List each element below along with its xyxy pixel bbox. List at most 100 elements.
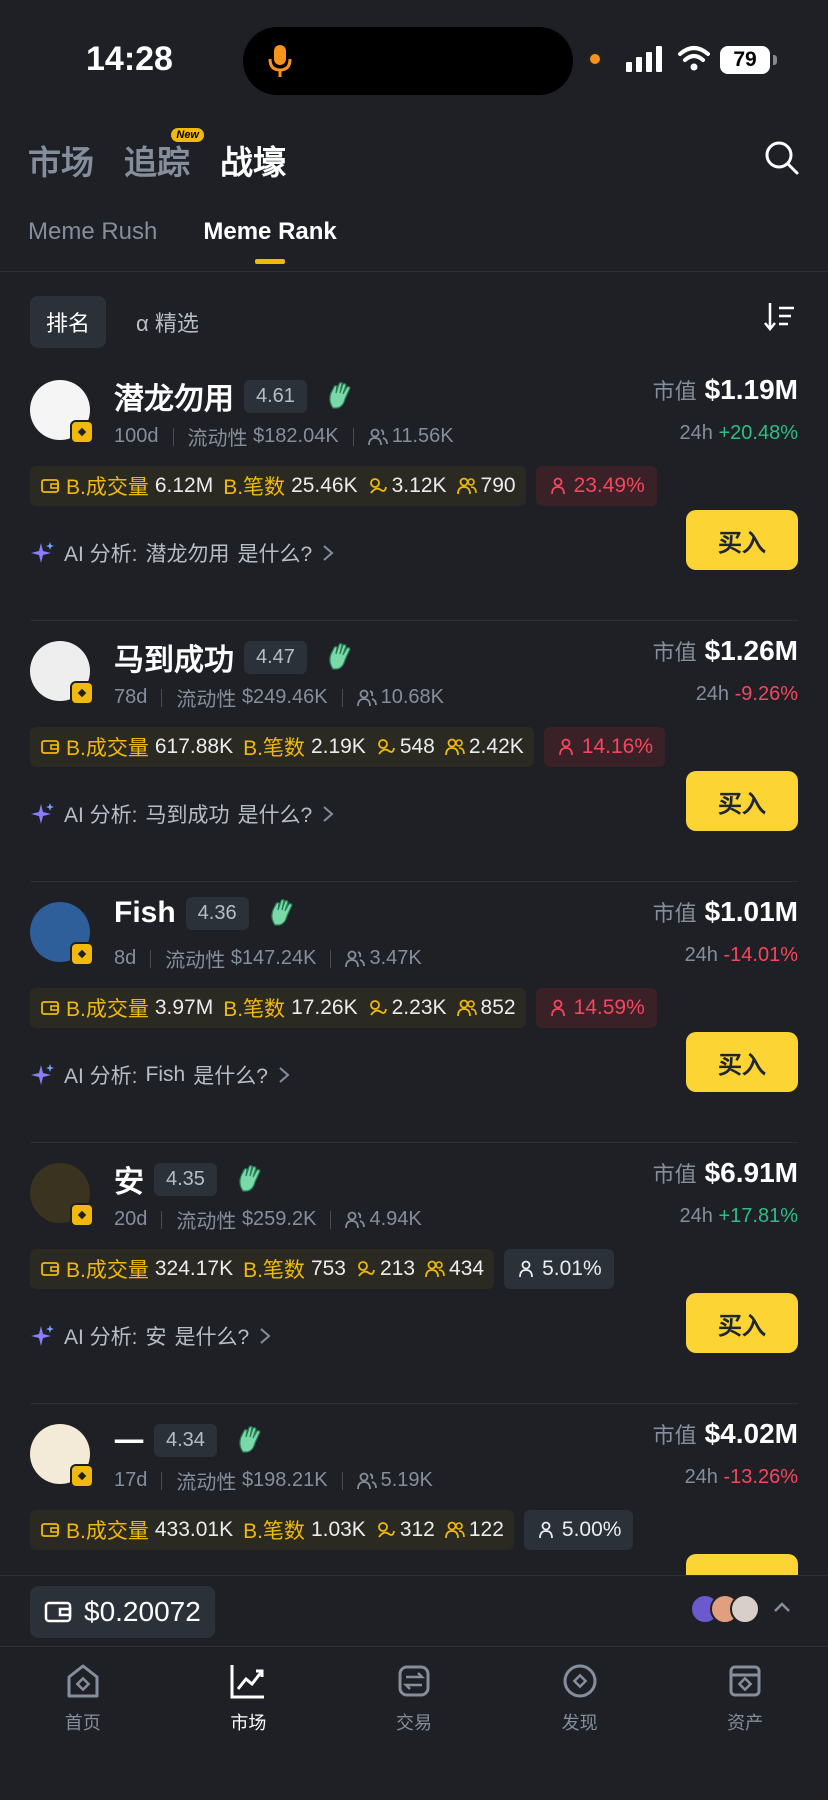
holders-group: 3.47K	[345, 947, 422, 970]
ai-sparkle-icon	[31, 1325, 54, 1346]
price-change-row: 24h -9.26%	[696, 683, 798, 706]
b-volume-label: B.成交量	[66, 1520, 149, 1543]
holders-icon	[345, 1211, 366, 1228]
b-trades-label: B.笔数	[243, 1520, 305, 1543]
chevron-up-icon[interactable]	[772, 1598, 792, 1618]
token-card[interactable]: 安 4.35 20d 流动性 $259.2K 4.94K 市值 $6.91M 24h +17.…	[30, 1143, 798, 1404]
token-name-row: Fish 4.36	[114, 896, 297, 930]
token-card[interactable]: 马到成功 4.47 78d 流动性 $249.46K 10.68K 市值 $1.26M 24h…	[30, 621, 798, 882]
volume-wallet-icon	[41, 740, 59, 754]
holders-group: 11.56K	[367, 425, 454, 448]
ai-prefix: AI 分析:	[64, 543, 138, 566]
token-avatar	[30, 902, 94, 966]
microphone-icon	[268, 45, 292, 77]
b-volume-label: B.成交量	[66, 998, 149, 1021]
kol-value: 2.42K	[468, 735, 524, 758]
token-stats-row: B.成交量 324.17K B.笔数 753 213 434 5.01%	[30, 1249, 614, 1289]
kol-group: 434	[425, 1257, 484, 1281]
token-meta-row: 8d 流动性 $147.24K 3.47K	[114, 944, 422, 973]
tab-meme-rush[interactable]: Meme Rush	[28, 218, 157, 264]
smart-money-group: 548	[376, 735, 435, 759]
token-stats-row: B.成交量 3.97M B.笔数 17.26K 2.23K 852 14.59%	[30, 988, 657, 1028]
smart-money-group: 312	[376, 1518, 435, 1542]
top-holders-pct: 14.59%	[573, 996, 645, 1019]
smart-money-icon	[369, 1000, 387, 1016]
tab-trenches[interactable]: 战壕	[220, 136, 286, 184]
token-card[interactable]: Fish 4.36 8d 流动性 $147.24K 3.47K 市值 $1.01M 24h -…	[30, 882, 798, 1143]
discover-compass-icon	[563, 1664, 597, 1698]
token-avatar	[30, 1424, 94, 1488]
b-volume-value: 433.01K	[154, 1518, 234, 1541]
b-volume-value: 3.97M	[154, 996, 214, 1019]
hand-wave-icon	[329, 382, 351, 409]
liquidity-label: 流动性	[176, 1211, 237, 1233]
bottom-nav: 首页 市场 交易 发现 资产	[0, 1646, 828, 1800]
separator	[341, 1471, 343, 1490]
token-name-row: 一 4.34	[114, 1418, 265, 1462]
kol-group: 790	[456, 474, 516, 498]
token-meta-row: 100d 流动性 $182.04K 11.56K	[114, 422, 454, 451]
volume-wallet-icon	[41, 1523, 59, 1537]
ai-analysis-link[interactable]: AI 分析: 潜龙勿用 是什么?	[30, 538, 336, 568]
top-holders-pct: 5.01%	[542, 1257, 602, 1280]
binance-stats-chip: B.成交量 617.88K B.笔数 2.19K 548 2.42K	[30, 727, 534, 767]
buy-button[interactable]: 买入	[686, 510, 798, 570]
smart-money-value: 312	[399, 1518, 435, 1541]
ai-prefix: AI 分析:	[64, 1065, 138, 1088]
ai-prefix: AI 分析:	[64, 1326, 138, 1349]
token-liquidity: $147.24K	[230, 947, 317, 969]
token-card[interactable]: 潜龙勿用 4.61 100d 流动性 $182.04K 11.56K 市值 $1.19M 24…	[30, 360, 798, 621]
token-age: 20d	[114, 1208, 148, 1230]
price-change-row: 24h -13.26%	[685, 1466, 798, 1489]
token-score: 4.34	[154, 1423, 217, 1457]
price-change-value: +20.48%	[718, 422, 798, 444]
wallet-balance-chip[interactable]: $0.20072	[30, 1586, 215, 1638]
ai-analysis-link[interactable]: AI 分析: Fish 是什么?	[30, 1060, 292, 1090]
filter-alpha-picks[interactable]: α 精选	[120, 296, 215, 348]
holders-group: 10.68K	[356, 686, 444, 709]
token-name: 马到成功	[114, 644, 234, 677]
sort-icon[interactable]	[764, 300, 796, 332]
ai-analysis-link[interactable]: AI 分析: 安是什么?	[30, 1321, 273, 1351]
top-holder-icon	[539, 1521, 553, 1539]
price-change-row: 24h +20.48%	[680, 422, 798, 445]
token-holders: 11.56K	[391, 425, 454, 447]
ai-sparkle-icon	[31, 542, 54, 563]
nav-home[interactable]: 首页	[0, 1647, 166, 1800]
nav-trade[interactable]: 交易	[331, 1647, 497, 1800]
token-name-row: 马到成功 4.47	[114, 635, 355, 679]
buy-button[interactable]: 买入	[686, 1293, 798, 1353]
holders-group: 5.19K	[356, 1469, 433, 1492]
tab-tracking[interactable]: 追踪 New	[124, 128, 204, 184]
token-holders: 5.19K	[380, 1469, 433, 1491]
change-period-label: 24h	[679, 422, 713, 444]
nav-home-label: 首页	[64, 1713, 101, 1733]
buy-button[interactable]: 买入	[686, 771, 798, 831]
tab-meme-rank[interactable]: Meme Rank	[203, 218, 337, 264]
buy-button[interactable]: 买入	[686, 1032, 798, 1092]
separator	[352, 427, 354, 446]
token-age: 100d	[114, 425, 159, 447]
nav-discover[interactable]: 发现	[497, 1647, 663, 1800]
binance-stats-chip: B.成交量 3.97M B.笔数 17.26K 2.23K 852	[30, 988, 526, 1028]
chevron-right-icon	[323, 806, 334, 822]
nav-market[interactable]: 市场	[166, 1647, 332, 1800]
holders-icon	[356, 689, 377, 706]
filter-ranking[interactable]: 排名	[30, 296, 107, 348]
nav-assets[interactable]: 资产	[662, 1647, 828, 1800]
token-meta-row: 78d 流动性 $249.46K 10.68K	[114, 683, 444, 712]
price-change-value: +17.81%	[718, 1205, 798, 1227]
bnb-chain-icon	[70, 1203, 94, 1227]
tab-market[interactable]: 市场	[28, 136, 94, 184]
smart-money-icon	[377, 1522, 395, 1538]
market-cap: 市值 $6.91M	[653, 1157, 798, 1189]
ai-analysis-link[interactable]: AI 分析: 马到成功 是什么?	[30, 799, 336, 829]
wallet-avatar-stack[interactable]	[690, 1594, 760, 1624]
kol-holders-icon	[456, 477, 477, 495]
volume-wallet-icon	[41, 1001, 59, 1015]
token-list: 潜龙勿用 4.61 100d 流动性 $182.04K 11.56K 市值 $1.19M 24…	[30, 360, 798, 1665]
search-icon[interactable]	[762, 138, 802, 178]
token-meta-row: 20d 流动性 $259.2K 4.94K	[114, 1205, 422, 1234]
price-change-value: -9.26%	[734, 683, 798, 705]
wifi-icon	[678, 46, 710, 71]
